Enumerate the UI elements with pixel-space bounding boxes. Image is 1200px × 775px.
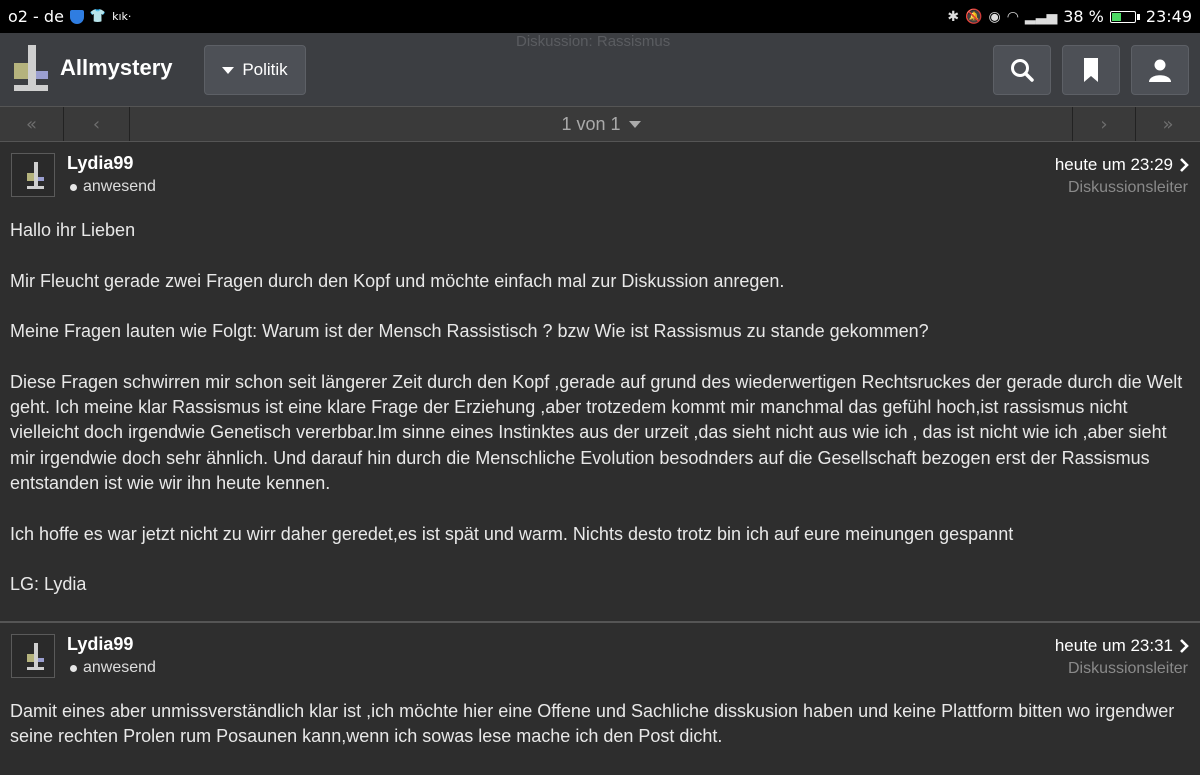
first-page-button[interactable]: « bbox=[0, 107, 64, 141]
status-left: o2 - de 👕 kık· bbox=[8, 7, 131, 26]
chevron-right-icon bbox=[1180, 639, 1189, 653]
next-page-button[interactable]: › bbox=[1072, 107, 1136, 141]
search-button[interactable] bbox=[993, 45, 1051, 95]
online-dot-icon bbox=[70, 183, 77, 191]
post-paragraph: Mir Fleucht gerade zwei Fragen durch den… bbox=[10, 270, 785, 291]
bookmark-button[interactable] bbox=[1062, 45, 1120, 95]
bluetooth-icon: ✱ bbox=[947, 8, 960, 25]
forum-post: Lydia99 anwesend heute um 23:29 Diskussi… bbox=[0, 142, 1200, 620]
post-author[interactable]: Lydia99 bbox=[67, 153, 133, 174]
forum-post: Lydia99 anwesend heute um 23:31 Diskussi… bbox=[0, 621, 1200, 750]
page-indicator: 1 von 1 bbox=[561, 113, 621, 134]
post-paragraph: Meine Fragen lauten wie Folgt: Warum ist… bbox=[10, 321, 929, 342]
status-right: ✱ 🔕 ◉ ◠ ▂▃▅ 38 % 23:49 bbox=[947, 7, 1192, 26]
caret-down-icon bbox=[222, 66, 235, 74]
eye-icon: ◉ bbox=[988, 8, 1001, 25]
post-timestamp: heute um 23:29 bbox=[1054, 155, 1173, 174]
online-status-label: anwesend bbox=[83, 178, 156, 195]
clock: 23:49 bbox=[1145, 7, 1192, 26]
battery-percent: 38 % bbox=[1063, 7, 1104, 26]
user-icon bbox=[1149, 59, 1171, 82]
post-timestamp-link[interactable]: heute um 23:31 bbox=[1055, 636, 1189, 656]
avatar[interactable] bbox=[11, 153, 55, 197]
author-role: Diskussionsleiter bbox=[1067, 179, 1188, 196]
double-chevron-right-icon: » bbox=[1162, 113, 1174, 135]
post-paragraph: Damit eines aber unmissverständlich klar… bbox=[10, 701, 1175, 747]
page-selector[interactable]: 1 von 1 bbox=[130, 107, 1072, 141]
avatar[interactable] bbox=[11, 634, 55, 678]
mute-icon: 🔕 bbox=[965, 8, 983, 25]
account-button[interactable] bbox=[1131, 45, 1189, 95]
post-author[interactable]: Lydia99 bbox=[67, 634, 133, 655]
battery-icon bbox=[1109, 10, 1140, 23]
chevron-right-icon bbox=[1180, 158, 1189, 172]
post-body: Damit eines aber unmissverständlich klar… bbox=[10, 699, 1190, 775]
online-dot-icon bbox=[70, 664, 77, 672]
shield-icon bbox=[69, 9, 84, 24]
prev-page-button[interactable]: ‹ bbox=[64, 107, 130, 141]
post-paragraph: LG: Lydia bbox=[10, 574, 87, 595]
wifi-icon: ◠ bbox=[1006, 8, 1019, 25]
signal-icon: ▂▃▅ bbox=[1024, 8, 1058, 25]
post-paragraph: Diese Fragen schwirren mir schon seit lä… bbox=[10, 371, 1183, 493]
online-status: anwesend bbox=[70, 178, 156, 196]
category-label: Politik bbox=[242, 60, 288, 79]
search-icon bbox=[1011, 59, 1034, 82]
app-notification-badge: kık· bbox=[112, 10, 132, 23]
double-chevron-left-icon: « bbox=[25, 113, 37, 135]
online-status-label: anwesend bbox=[83, 659, 156, 676]
last-page-button[interactable]: » bbox=[1136, 107, 1200, 141]
post-body: Hallo ihr Lieben Mir Fleucht gerade zwei… bbox=[10, 218, 1190, 623]
post-timestamp: heute um 23:31 bbox=[1054, 636, 1173, 655]
bookmark-icon bbox=[1084, 58, 1098, 82]
post-timestamp-link[interactable]: heute um 23:29 bbox=[1055, 155, 1189, 175]
shirt-icon: 👕 bbox=[89, 9, 107, 24]
system-status-bar: o2 - de 👕 kık· ✱ 🔕 ◉ ◠ ▂▃▅ 38 % 23:49 bbox=[0, 0, 1200, 33]
post-paragraph: Hallo ihr Lieben bbox=[10, 220, 136, 240]
site-logo-icon[interactable] bbox=[14, 45, 48, 91]
caret-down-icon bbox=[628, 120, 641, 128]
online-status: anwesend bbox=[70, 659, 156, 677]
pagination-bar: « ‹ 1 von 1 › » bbox=[0, 106, 1200, 142]
post-paragraph: Ich hoffe es war jetzt nicht zu wirr dah… bbox=[10, 523, 1014, 544]
author-role: Diskussionsleiter bbox=[1067, 660, 1188, 677]
thread-title-faded: Diskussion: Rassismus bbox=[516, 33, 671, 50]
carrier-label: o2 - de bbox=[8, 7, 64, 26]
site-header: Allmystery Politik Diskussion: Rassismus bbox=[0, 33, 1200, 106]
site-brand[interactable]: Allmystery bbox=[60, 55, 173, 81]
chevron-left-icon: ‹ bbox=[92, 113, 101, 135]
chevron-right-icon: › bbox=[1100, 113, 1108, 135]
category-dropdown-button[interactable]: Politik bbox=[204, 45, 306, 95]
